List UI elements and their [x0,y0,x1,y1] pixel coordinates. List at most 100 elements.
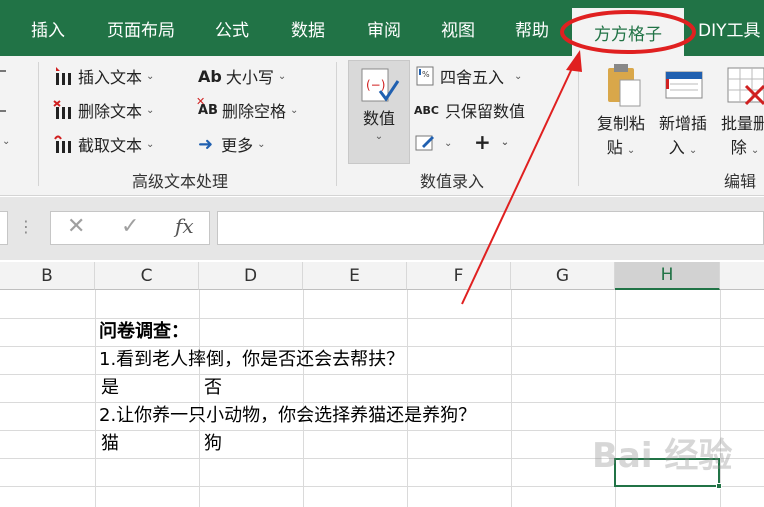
clipboard-icon [608,64,641,107]
delete-spaces-label: 删除空格 [221,102,286,121]
grid-line [407,290,408,507]
chevron-down-icon: ⌄ [146,138,155,150]
cell-c-question-2[interactable]: 2.让你养一只小动物，你会选择养猫还是养狗？ [99,404,476,428]
chevron-down-icon: ⌄ [2,136,11,147]
column-header-h[interactable]: H [615,262,720,290]
name-box[interactable] [0,211,8,245]
cell-d-answer-dog[interactable]: 狗 [204,432,222,456]
edit-icon [414,132,436,154]
column-header-d[interactable]: D [199,262,303,290]
ribbon-tab-bar: 插入 页面布局 公式 数据 审阅 视图 帮助 方方格子 DIY工具 [0,0,764,56]
grid-line [199,290,200,507]
batch-delete-button[interactable]: 批量删 除 ⌄ [714,62,764,163]
plus-button[interactable]: + ⌄ [474,130,509,154]
keep-value-icon: ABC [414,103,439,117]
delete-spaces-icon: ✕ AB [196,94,218,118]
grid-line [0,346,764,347]
group-label-text-processing: 高级文本处理 [132,172,229,191]
keep-value-button[interactable]: ABC 只保留数值 [414,98,525,122]
formula-bar: ⋮ ✕ ✓ fx [0,197,764,260]
delete-spaces-button[interactable]: ✕ AB 删除空格 ⌄ [196,94,298,122]
tab-insert[interactable]: 插入 [18,0,78,56]
formula-bar-dots-icon[interactable]: ⋮ [18,217,34,236]
insert-rows-icon [665,71,703,99]
cell-d-answer-no[interactable]: 否 [204,376,222,400]
grid-line [511,290,512,507]
delete-text-button[interactable]: 删除文本 ⌄ [52,98,154,122]
column-header-c[interactable]: C [95,262,199,290]
svg-text:(−): (−) [366,78,385,92]
copy-paste-button[interactable]: 复制粘 贴 ⌄ [590,62,652,163]
round-button[interactable]: % 四舍五入 ⌄ [414,64,522,88]
cancel-icon[interactable]: ✕ [67,214,85,239]
extract-text-label: 截取文本 [78,136,143,155]
value-icon: (−) [361,68,400,102]
group-label-edit: 编辑 [724,172,757,191]
cell-c-answer-yes[interactable]: 是 [101,376,119,400]
chevron-down-icon: ⌄ [514,70,523,82]
insert-text-label: 插入文本 [78,68,143,87]
chevron-down-icon: ⌄ [146,104,155,116]
tab-review[interactable]: 审阅 [352,0,416,56]
group-separator [578,62,579,186]
copy-paste-label-line2: 贴 ⌄ [606,138,636,157]
chevron-down-icon: ⌄ [374,131,384,142]
tab-page-layout[interactable]: 页面布局 [96,0,186,56]
tab-diy-tools[interactable]: DIY工具 [698,0,764,56]
tab-formulas[interactable]: 公式 [200,0,264,56]
cell-c-question-1[interactable]: 1.看到老人摔倒，你是否还会去帮扶？ [99,348,404,372]
more-button[interactable]: ➜ 更多 ⌄ [198,132,266,156]
column-header-next[interactable] [720,262,764,290]
tab-fangfanggezi[interactable]: 方方格子 [572,8,684,56]
extract-text-button[interactable]: 截取文本 ⌄ [52,132,154,156]
column-header-b[interactable]: B [0,262,95,290]
insert-new-label-line1: 新增插 [658,114,707,133]
column-header-e[interactable]: E [303,262,407,290]
group-separator [38,62,39,186]
batch-delete-icon [727,67,764,106]
group-label-numeric-entry: 数值录入 [420,172,485,191]
chevron-down-icon: ⌄ [444,137,453,149]
batch-delete-label-line1: 批量删 [720,114,764,133]
batch-delete-label-line2: 除 ⌄ [730,138,760,157]
chevron-down-icon: ⌄ [277,70,287,82]
grid-line [0,318,764,319]
ribbon-edge-fragment [0,70,6,72]
tab-data[interactable]: 数据 [276,0,340,56]
case-button[interactable]: Ab 大小写 ⌄ [198,64,286,88]
tab-view[interactable]: 视图 [428,0,488,56]
delete-text-label: 删除文本 [78,102,143,121]
more-label: 更多 [221,136,254,155]
insert-new-button[interactable]: 新增插 入 ⌄ [652,62,714,163]
column-header-g[interactable]: G [511,262,615,290]
group-separator [336,62,337,186]
round-label: 四舍五入 [440,68,505,87]
grid-line [95,290,96,507]
svg-text:%: % [422,70,430,79]
chevron-down-icon: ⌄ [257,138,266,150]
tab-help[interactable]: 帮助 [502,0,562,56]
extract-text-icon [52,133,74,155]
delete-text-icon [52,99,74,121]
grid-line [0,374,764,375]
insert-text-button[interactable]: 插入文本 ⌄ [52,64,154,88]
enter-icon[interactable]: ✓ [121,214,139,239]
copy-paste-label-line1: 复制粘 [596,114,645,133]
column-header-f[interactable]: F [407,262,511,290]
cell-c-survey-title[interactable]: 问卷调查： [99,320,189,344]
plus-label: + [474,130,491,154]
case-icon: Ab [198,66,222,86]
cell-c-answer-cat[interactable]: 猫 [101,432,119,456]
formula-input[interactable] [217,211,764,245]
function-fx-icon[interactable]: fx [175,214,194,238]
grid-line [303,290,304,507]
fill-handle[interactable] [716,483,722,489]
arrow-right-icon: ➜ [198,133,214,155]
value-button-label: 数值 [362,109,395,128]
edit-button[interactable]: ⌄ [414,132,452,154]
chevron-down-icon: ⌄ [500,136,510,148]
excel-window: 插入 页面布局 公式 数据 审阅 视图 帮助 方方格子 DIY工具 ⌄ 插入文本… [0,0,764,507]
value-button[interactable]: (−) 数值 ⌄ [348,60,410,164]
chevron-down-icon: ⌄ [146,70,155,82]
grid-line [0,402,764,403]
